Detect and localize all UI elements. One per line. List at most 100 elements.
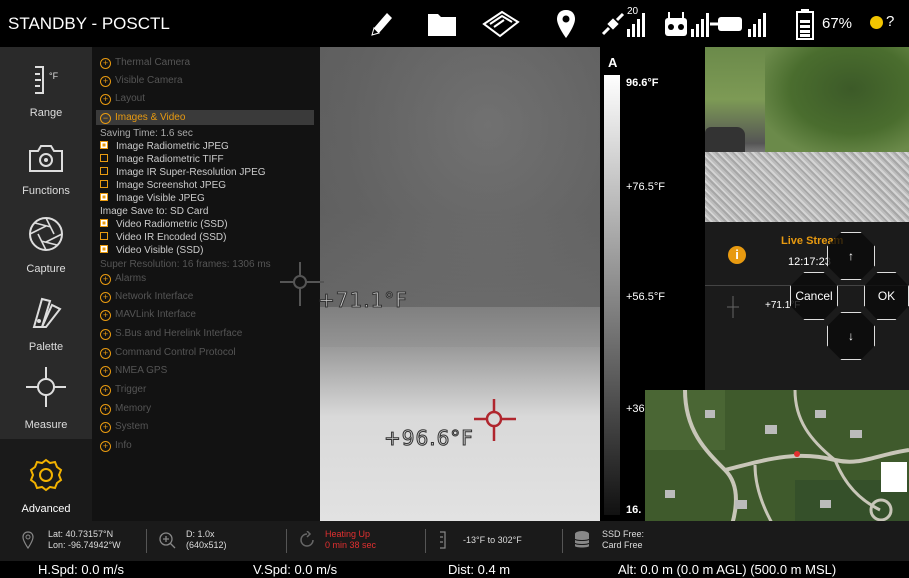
scale-max: 96.6°F: [626, 77, 659, 89]
sidebar-label-measure: Measure: [24, 419, 68, 431]
visible-camera-view[interactable]: [705, 47, 909, 222]
rc-signal-icon: [691, 8, 709, 40]
info-bar: Lat: 40.73157°N Lon: -96.74942°W D: 1.0x(…: [0, 521, 909, 561]
menu-visible-camera[interactable]: + Visible Camera: [100, 75, 183, 87]
sidebar-label-advanced: Advanced: [21, 503, 71, 515]
plan-layers-icon[interactable]: [482, 8, 520, 40]
option-image-radiometric-jpeg[interactable]: Image Radiometric JPEG: [100, 141, 229, 152]
menu-images-video[interactable]: − Images & Video: [96, 110, 314, 125]
option-image-ir-super-resolution[interactable]: Image IR Super-Resolution JPEG: [100, 167, 266, 178]
option-label: Video Visible (SSD): [116, 245, 204, 256]
checkbox-icon: [100, 180, 108, 188]
gear-icon: [29, 458, 63, 492]
sidebar-item-palette[interactable]: Palette: [0, 281, 92, 359]
menu-thermal-camera[interactable]: + Thermal Camera: [100, 57, 190, 69]
cancel-button[interactable]: Cancel: [790, 272, 838, 320]
battery-percent: 67%: [822, 15, 853, 32]
sidebar-label-range: Range: [29, 107, 63, 119]
menu-label: Alarms: [115, 273, 147, 284]
menu-label: Trigger: [115, 384, 147, 395]
menu-label: NMEA GPS: [115, 365, 168, 376]
spot-reticle-2-icon[interactable]: [470, 395, 520, 445]
mini-crosshair-icon: [727, 296, 739, 318]
menu-command-control[interactable]: + Command Control Protocol: [100, 347, 236, 359]
distance: Dist: 0.4 m: [448, 562, 511, 577]
option-label: Image Radiometric TIFF: [116, 154, 224, 165]
option-image-radiometric-tiff[interactable]: Image Radiometric TIFF: [100, 154, 224, 165]
menu-alarms[interactable]: + Alarms: [100, 273, 146, 285]
sidebar-item-capture[interactable]: Capture: [0, 203, 92, 281]
divider: [562, 529, 563, 553]
sidebar-item-measure[interactable]: Measure: [0, 359, 92, 437]
menu-sbus-herelink[interactable]: + S.Bus and Herelink Interface: [100, 328, 242, 340]
battery-icon[interactable]: [795, 8, 815, 40]
range-icon: °F: [35, 66, 59, 94]
refresh-icon[interactable]: [298, 531, 316, 549]
ssd-free: SSD Free:: [602, 529, 645, 539]
option-label: Image Screenshot JPEG: [116, 180, 227, 191]
option-image-screenshot[interactable]: Image Screenshot JPEG: [100, 180, 226, 191]
satellite-icon[interactable]: [600, 8, 626, 40]
left-sidebar: °F Range Functions Capture Palette Measu…: [0, 47, 92, 521]
menu-label: System: [115, 421, 149, 432]
menu-label: Thermal Camera: [115, 57, 191, 68]
crosshair-icon: [26, 367, 66, 407]
expand-icon: +: [100, 310, 111, 321]
status-bar: H.Spd: 0.0 m/s V.Spd: 0.0 m/s Dist: 0.4 …: [0, 561, 909, 578]
location-pin-icon: [22, 531, 34, 549]
gps-signal-icon: [627, 8, 645, 40]
menu-nmea-gps[interactable]: + NMEA GPS: [100, 365, 167, 377]
divider: [146, 529, 147, 553]
rc-controller-icon[interactable]: [664, 8, 688, 40]
live-stream-time: 12:17:23: [788, 256, 831, 268]
pencil-icon[interactable]: [368, 8, 394, 40]
map-pin-icon[interactable]: [556, 8, 576, 40]
down-button[interactable]: ↓: [827, 312, 875, 360]
up-arrow-icon: ↑: [848, 249, 854, 263]
telemetry-icon[interactable]: [710, 8, 744, 40]
info-icon[interactable]: i: [728, 246, 746, 264]
zoom-level: D: 1.0x: [186, 529, 215, 539]
saving-time: Saving Time: 1.6 sec: [100, 128, 193, 139]
menu-mavlink-interface[interactable]: + MAVLink Interface: [100, 309, 196, 321]
sidebar-item-functions[interactable]: Functions: [0, 125, 92, 203]
scale-min: 16.: [626, 504, 642, 516]
up-button[interactable]: ↑: [827, 232, 875, 280]
option-video-radiometric[interactable]: Video Radiometric (SSD): [100, 219, 228, 230]
ok-button[interactable]: OK: [864, 272, 909, 320]
option-video-ir-encoded[interactable]: Video IR Encoded (SSD): [100, 232, 226, 243]
cancel-label: Cancel: [795, 289, 833, 303]
menu-memory[interactable]: + Memory: [100, 403, 151, 415]
sidebar-item-range[interactable]: °F Range: [0, 47, 92, 125]
menu-label: Images & Video: [115, 112, 186, 123]
telemetry-signal-icon: [748, 8, 766, 40]
help-label: ?: [886, 13, 895, 30]
menu-system[interactable]: + System: [100, 421, 148, 433]
flight-mode-label[interactable]: STANDBY - POSCTL: [8, 14, 170, 34]
status-indicator-icon: [870, 15, 883, 29]
save-location[interactable]: Image Save to: SD Card: [100, 206, 208, 217]
menu-label: Layout: [115, 93, 146, 104]
collapse-icon: −: [100, 113, 111, 124]
spot-temp-1: +71.1°F: [318, 288, 408, 313]
longitude: Lon: -96.74942°W: [48, 540, 121, 550]
zoom-icon[interactable]: [158, 531, 176, 549]
menu-label: Memory: [115, 403, 152, 414]
menu-trigger[interactable]: + Trigger: [100, 384, 146, 396]
scale-mid-low: +56.5°F: [626, 291, 665, 303]
sidebar-item-advanced[interactable]: Advanced: [0, 439, 92, 521]
expand-icon: +: [100, 292, 111, 303]
help-button[interactable]: ?: [870, 13, 894, 30]
checkbox-icon: [100, 232, 108, 240]
coordinates: Lat: 40.73157°N Lon: -96.74942°W: [48, 529, 121, 551]
menu-network-interface[interactable]: + Network Interface: [100, 291, 193, 303]
menu-info[interactable]: + Info: [100, 440, 132, 452]
option-image-visible[interactable]: Image Visible JPEG: [100, 193, 205, 204]
menu-layout[interactable]: + Layout: [100, 93, 145, 105]
option-video-visible[interactable]: Video Visible (SSD): [100, 245, 203, 256]
folder-icon[interactable]: [427, 8, 457, 40]
scale-mode-letter[interactable]: A: [608, 55, 617, 70]
menu-label: Command Control Protocol: [115, 347, 236, 358]
expand-icon: +: [100, 441, 111, 452]
sidebar-label-palette: Palette: [28, 341, 64, 353]
